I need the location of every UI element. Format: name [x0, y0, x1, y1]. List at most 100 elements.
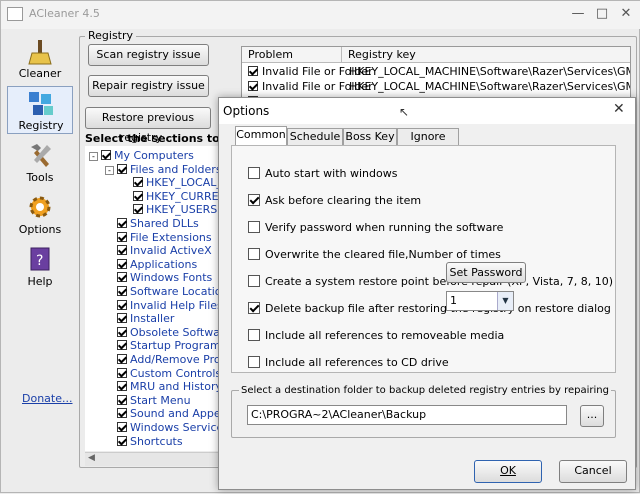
tree-expander-icon[interactable]: -	[89, 152, 98, 161]
browse-button[interactable]: ...	[580, 405, 604, 427]
option-checkbox[interactable]	[248, 356, 260, 368]
list-item[interactable]: Invalid File or FolderHKEY_LOCAL_MACHINE…	[242, 64, 630, 79]
tree-item-checkbox[interactable]	[117, 340, 127, 351]
option-row[interactable]: Include all references to removeable med…	[248, 329, 504, 343]
list-item-problem: Invalid File or Folder	[262, 80, 373, 93]
restore-registry-button[interactable]: Restore previous registry ...	[85, 107, 211, 144]
tree-item[interactable]: Windows Fonts	[105, 271, 212, 284]
option-row[interactable]: Include all references to CD drive	[248, 356, 449, 370]
tree-item-checkbox[interactable]	[117, 258, 127, 269]
tree-item[interactable]: - Files and Folders	[105, 163, 219, 176]
tree-item-checkbox[interactable]	[133, 177, 143, 188]
scan-registry-button[interactable]: Scan registry issue	[88, 44, 209, 66]
option-checkbox[interactable]	[248, 275, 260, 287]
ok-button[interactable]: OK	[474, 460, 542, 483]
column-header-problem[interactable]: Problem	[242, 47, 342, 63]
sidebar-item-tools[interactable]: Tools	[7, 139, 73, 187]
tree-item-label: Windows Fonts	[130, 271, 213, 285]
tree-item-checkbox[interactable]	[117, 394, 127, 405]
tree-item-checkbox[interactable]	[117, 435, 127, 446]
donate-link[interactable]: Donate...	[22, 392, 72, 405]
tree-item[interactable]: Windows Services	[105, 421, 219, 434]
option-row[interactable]: Create a system restore point before rep…	[248, 275, 613, 289]
option-checkbox[interactable]	[248, 167, 260, 179]
overwrite-times-select[interactable]: 1 ▼	[446, 291, 514, 311]
tree-item[interactable]: - My Computers	[89, 149, 194, 162]
option-row[interactable]: Verify password when running the softwar…	[248, 221, 503, 235]
tree-item[interactable]: Sound and Appevents	[105, 407, 219, 420]
scroll-left-arrow-icon[interactable]: ◀	[88, 453, 95, 463]
tree-item-checkbox[interactable]	[133, 204, 143, 215]
minimize-button[interactable]: —	[567, 5, 589, 23]
tree-horizontal-scrollbar[interactable]: ◀	[85, 452, 219, 466]
tree-item-checkbox[interactable]	[133, 190, 143, 201]
tree-item[interactable]: Invalid ActiveX	[105, 244, 212, 257]
tree-item[interactable]: Start Menu	[105, 394, 191, 407]
chevron-down-icon[interactable]: ▼	[497, 292, 513, 310]
list-item-problem: Invalid File or Folder	[262, 65, 373, 78]
dialog-close-icon[interactable]: ✕	[613, 101, 625, 117]
tree-item-checkbox[interactable]	[117, 231, 127, 242]
option-checkbox[interactable]	[248, 194, 260, 206]
tree-item[interactable]: Invalid Help Files	[105, 299, 219, 312]
tree-item[interactable]: Shared DLLs	[105, 217, 199, 230]
tree-expander-icon[interactable]: -	[105, 165, 114, 175]
tree-item-checkbox[interactable]	[101, 150, 111, 160]
column-header-registry-key[interactable]: Registry key	[342, 47, 630, 63]
tab-schedule[interactable]: Schedule	[287, 128, 343, 145]
tree-item-checkbox[interactable]	[117, 408, 127, 419]
tree-item-checkbox[interactable]	[117, 313, 127, 324]
sidebar-item-cleaner[interactable]: Cleaner	[7, 35, 73, 83]
tree-item-checkbox[interactable]	[117, 245, 127, 256]
tree-item[interactable]: Installer	[105, 312, 174, 325]
gear-icon	[29, 196, 51, 218]
tree-item[interactable]: Shortcuts	[105, 435, 183, 448]
tab-common[interactable]: Common	[235, 126, 287, 146]
tree-item[interactable]: Startup Programs	[105, 339, 219, 352]
option-row[interactable]: Auto start with windows	[248, 167, 397, 181]
tree-item[interactable]: MRU and History Lists	[105, 380, 219, 393]
option-checkbox[interactable]	[248, 329, 260, 341]
option-checkbox[interactable]	[248, 302, 260, 314]
sidebar-item-options[interactable]: Options	[7, 191, 73, 239]
cancel-button[interactable]: Cancel	[559, 460, 627, 483]
list-item-checkbox[interactable]	[248, 81, 258, 91]
tree-item-checkbox[interactable]	[117, 299, 127, 310]
sidebar-item-help[interactable]: ? Help	[7, 243, 73, 291]
tree-item-checkbox[interactable]	[117, 354, 127, 364]
tree-item[interactable]: HKEY_USERS	[121, 203, 217, 216]
tree-item-checkbox[interactable]	[117, 422, 127, 432]
close-window-button[interactable]: ✕	[615, 5, 637, 23]
tree-item[interactable]: HKEY_CURRENT	[121, 190, 219, 203]
tree-item[interactable]: Obsolete Software	[105, 326, 219, 339]
tree-item-checkbox[interactable]	[117, 163, 127, 174]
list-item[interactable]: Invalid File or FolderHKEY_LOCAL_MACHINE…	[242, 79, 630, 94]
tab-ignore-lists[interactable]: Ignore Lists	[397, 128, 459, 159]
set-password-button[interactable]: Set Password	[446, 262, 526, 283]
option-checkbox[interactable]	[248, 248, 260, 260]
sidebar-item-label: Help	[27, 275, 53, 288]
tree-item[interactable]: Software Locations	[105, 285, 219, 298]
sidebar-item-label: Tools	[26, 171, 54, 184]
backup-path-input[interactable]: C:\PROGRA~2\ACleaner\Backup	[247, 405, 567, 425]
tree-item[interactable]: File Extensions	[105, 231, 212, 244]
option-row[interactable]: Delete backup file after restoring the r…	[248, 302, 611, 316]
tree-item[interactable]: Add/Remove Program	[105, 353, 219, 366]
tree-item-checkbox[interactable]	[117, 218, 127, 228]
tree-item-checkbox[interactable]	[117, 381, 127, 392]
tree-item-checkbox[interactable]	[117, 286, 127, 296]
repair-registry-button[interactable]: Repair registry issue	[88, 75, 209, 97]
tree-item[interactable]: HKEY_LOCAL_M	[121, 176, 219, 189]
tree-item-checkbox[interactable]	[117, 326, 127, 337]
tree-item-checkbox[interactable]	[117, 367, 127, 378]
list-item-checkbox[interactable]	[248, 66, 258, 76]
option-row[interactable]: Ask before clearing the item	[248, 194, 421, 208]
option-row[interactable]: Overwrite the cleared file,Number of tim…	[248, 248, 501, 262]
option-checkbox[interactable]	[248, 221, 260, 233]
tree-item-checkbox[interactable]	[117, 272, 127, 283]
sidebar-item-registry[interactable]: Registry	[7, 86, 73, 134]
tree-item[interactable]: Applications	[105, 258, 197, 271]
tree-item[interactable]: Custom Controls	[105, 367, 219, 380]
maximize-button[interactable]: □	[591, 5, 613, 23]
tab-boss-key[interactable]: Boss Key	[343, 128, 397, 145]
